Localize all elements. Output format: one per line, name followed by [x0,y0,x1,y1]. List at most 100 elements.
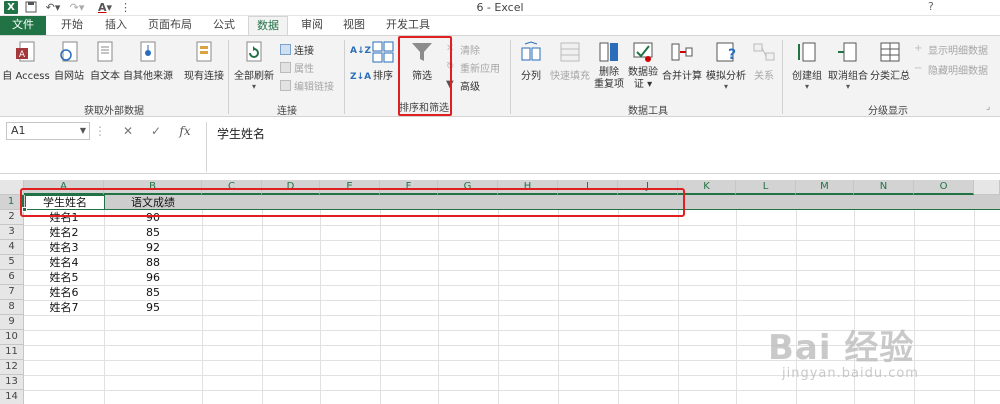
row-header[interactable]: 5 [0,255,24,270]
group-button[interactable]: 创建组 ▾ [788,40,826,91]
table-row-name[interactable]: 姓名5 [24,270,104,285]
text-to-columns-button[interactable]: 分列 [516,40,546,82]
existing-connections-icon [196,41,212,62]
consolidate-button[interactable]: 合并计算 [662,40,702,82]
sort-label: 排序 [373,71,393,82]
other-sources-icon [140,41,156,62]
sort-icon [372,41,394,63]
tab-view[interactable]: 视图 [336,16,372,35]
insert-function-icon[interactable]: fx [174,122,196,140]
group-separator [510,40,511,114]
ribbon: A 自 Access 自网站 自文本 自其他来源 现有连接 获取外部数据 全部刷… [0,35,1000,117]
from-other-sources-label: 自其他来源 [123,71,173,82]
row-header[interactable]: 7 [0,285,24,300]
tab-insert[interactable]: 插入 [98,16,134,35]
tab-file[interactable]: 文件 [0,16,46,35]
refresh-all-button[interactable]: 全部刷新 ▾ [232,40,276,91]
table-row-score[interactable]: 88 [104,255,202,270]
column-header-o[interactable]: O [914,180,974,195]
cancel-icon[interactable]: ✕ [118,122,138,140]
from-text-button[interactable]: 自文本 [88,40,122,82]
grid-line [24,315,1000,316]
column-header-n[interactable]: N [854,180,914,195]
grid-line [24,375,1000,376]
row-header[interactable]: 6 [0,270,24,285]
undo-icon[interactable]: ↶▾ [44,1,62,15]
customize-toolbar-icon[interactable]: ⋮ [120,1,131,15]
from-web-button[interactable]: 自网站 [52,40,86,82]
tab-home[interactable]: 开始 [54,16,90,35]
existing-connections-label: 现有连接 [184,71,224,82]
web-icon [60,41,78,62]
column-header-k[interactable]: K [678,180,736,195]
table-row-score[interactable]: 85 [104,285,202,300]
subtotal-button[interactable]: 分类汇总 [870,40,910,82]
row-header[interactable]: 4 [0,240,24,255]
row-header[interactable]: 14 [0,390,24,404]
tab-formulas[interactable]: 公式 [206,16,242,35]
remove-duplicates-button[interactable]: 删除 重复项 [594,40,624,91]
hide-detail-button[interactable]: − 隐藏明细数据 [914,62,988,77]
data-validation-button[interactable]: 数据验 证 ▾ [626,40,660,91]
filter-highlight-annotation [398,36,452,116]
ribbon-tabs: 文件 开始 插入 页面布局 公式 数据 审阅 视图 开发工具 [0,16,1000,36]
from-access-button[interactable]: A 自 Access [2,40,50,82]
relationships-button[interactable]: 关系 [750,40,778,82]
table-row-name[interactable]: 姓名4 [24,255,104,270]
sort-z-a-button[interactable]: Z↓A [350,70,371,84]
column-header-p[interactable] [974,180,1000,195]
outline-dialog-launcher-icon[interactable]: ⌟ [986,102,990,112]
sort-button[interactable]: 排序 [370,40,396,82]
from-other-sources-button[interactable]: 自其他来源 [122,40,174,82]
formula-input[interactable]: 学生姓名 [206,122,1000,172]
what-if-analysis-button[interactable]: ? 模拟分析 ▾ [704,40,748,91]
connections-button[interactable]: 连接 [280,42,314,57]
tab-review[interactable]: 审阅 [294,16,330,35]
existing-connections-button[interactable]: 现有连接 [182,40,226,82]
row-header[interactable]: 9 [0,315,24,330]
tab-data[interactable]: 数据 [248,16,288,36]
show-detail-label: 显示明细数据 [928,45,988,57]
name-box[interactable]: A1 ▼ [6,122,90,140]
column-header-l[interactable]: L [736,180,796,195]
tab-developer[interactable]: 开发工具 [380,16,436,35]
table-row-score[interactable]: 95 [104,300,202,315]
redo-icon[interactable]: ↷▾ [68,1,86,15]
row-header[interactable]: 11 [0,345,24,360]
sort-a-z-button[interactable]: A↓Z [350,44,371,58]
edit-links-icon [280,79,291,91]
advanced-filter-label: 高级 [460,81,480,93]
table-row-score[interactable]: 85 [104,225,202,240]
tab-page-layout[interactable]: 页面布局 [142,16,198,35]
column-header-m[interactable]: M [796,180,854,195]
show-detail-button[interactable]: + 显示明细数据 [914,42,988,57]
table-row-score[interactable]: 96 [104,270,202,285]
table-row-name[interactable]: 姓名6 [24,285,104,300]
row-header[interactable]: 3 [0,225,24,240]
save-icon[interactable] [24,1,38,15]
hide-detail-icon: − [914,62,923,74]
flash-fill-button[interactable]: 快速填充 [548,40,592,82]
reapply-button[interactable]: ↻ 重新应用 [446,60,500,75]
table-row-name[interactable]: 姓名3 [24,240,104,255]
svg-text:?: ? [728,47,736,63]
row-header[interactable]: 12 [0,360,24,375]
font-color-icon[interactable]: A▾ [94,1,116,15]
row-header[interactable]: 10 [0,330,24,345]
name-box-dropdown-icon[interactable]: ▼ [80,123,86,139]
data-validation-label-1: 数据验 [628,67,658,78]
table-row-name[interactable]: 姓名7 [24,300,104,315]
enter-icon[interactable]: ✓ [146,122,166,140]
consolidate-label: 合并计算 [662,71,702,82]
table-row-name[interactable]: 姓名2 [24,225,104,240]
remove-duplicates-label-2: 重复项 [594,79,624,90]
edit-links-button[interactable]: 编辑链接 [280,78,334,93]
row-header[interactable]: 8 [0,300,24,315]
row-header[interactable]: 13 [0,375,24,390]
table-row-score[interactable]: 92 [104,240,202,255]
reapply-label: 重新应用 [460,63,500,75]
help-icon[interactable]: ? [928,0,934,13]
properties-button[interactable]: 属性 [280,60,314,75]
ungroup-button[interactable]: 取消组合 ▾ [828,40,868,91]
from-text-label: 自文本 [90,71,120,82]
